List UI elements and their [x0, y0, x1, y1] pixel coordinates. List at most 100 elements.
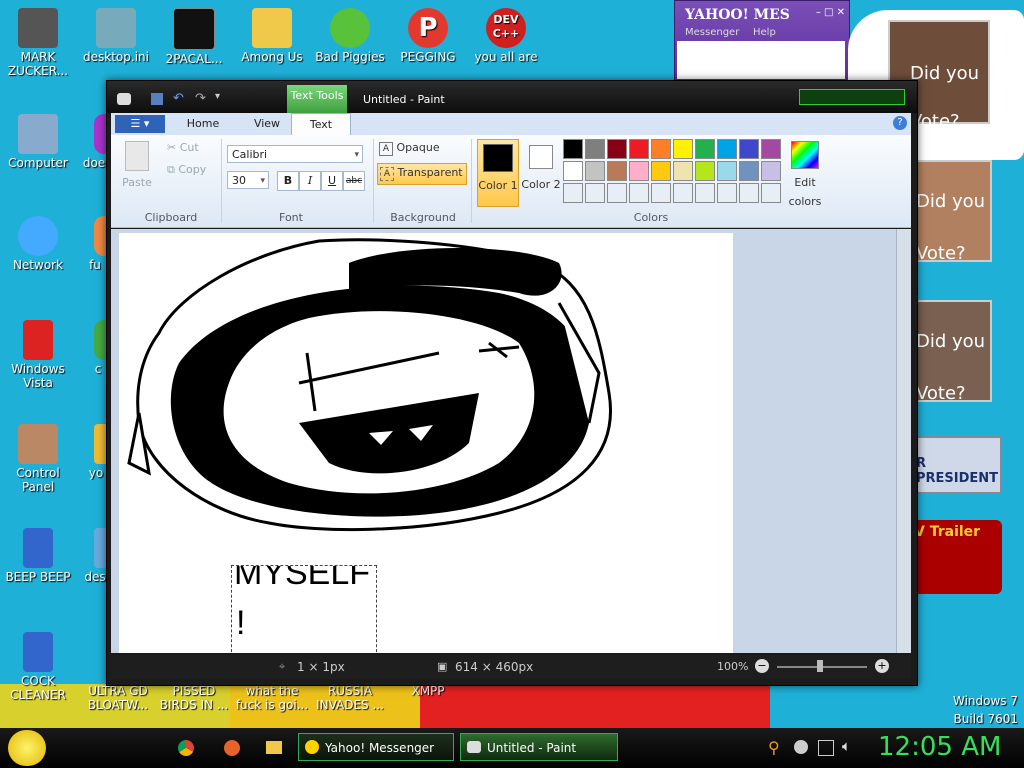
color-swatch[interactable] [585, 183, 605, 203]
desktop-icon-windows-vista[interactable]: Windows Vista [0, 320, 76, 390]
window-controls[interactable] [799, 89, 905, 105]
drawing-canvas[interactable]: MYSELF ! [119, 233, 733, 653]
ad-trailer[interactable]: V Trailer [910, 520, 1002, 594]
color-swatch[interactable] [717, 183, 737, 203]
help-icon[interactable]: ? [893, 116, 907, 130]
color-swatch[interactable] [607, 139, 627, 159]
zoom-slider-thumb[interactable] [817, 660, 823, 672]
color-swatch[interactable] [695, 161, 715, 181]
paint-window[interactable]: ↶ ↷ ▾ Text Tools Untitled - Paint ☰ ▾ Ho… [106, 80, 918, 686]
desktop-icon-2pacal[interactable]: 2PACAL... [156, 8, 232, 66]
edit-colors-button[interactable]: Edit colors [785, 139, 825, 208]
color-swatch[interactable] [739, 139, 759, 159]
color-swatch[interactable] [651, 161, 671, 181]
font-family-select[interactable]: Calibri ▾ [227, 145, 363, 163]
search-icon[interactable]: ⚲ [768, 738, 780, 757]
desktop-icon-c[interactable]: c [70, 320, 106, 376]
italic-button[interactable]: I [299, 171, 321, 191]
copy-button[interactable]: ⧉ Copy [167, 163, 206, 177]
color-swatch[interactable] [761, 161, 781, 181]
desktop-icon-control-panel[interactable]: Control Panel [0, 424, 76, 494]
color-swatch[interactable] [739, 161, 759, 181]
clock[interactable]: 12:05 AM [878, 732, 1001, 762]
vertical-scrollbar[interactable] [896, 229, 911, 653]
paint-app-icon[interactable] [117, 93, 131, 105]
strikethrough-button[interactable]: abc [343, 171, 365, 191]
desktop-icon-you-all-are[interactable]: DEV C++ you all are [468, 8, 544, 64]
color-swatch[interactable] [761, 139, 781, 159]
status-icon[interactable] [794, 740, 808, 754]
desktop-icon-fu[interactable]: fu [70, 216, 106, 272]
color-swatch[interactable] [563, 139, 583, 159]
color2-button[interactable]: Color 2 [521, 139, 561, 205]
desktop-icon-bad-piggies[interactable]: Bad Piggies [312, 8, 388, 64]
color-swatch[interactable] [673, 183, 693, 203]
color-swatch[interactable] [585, 161, 605, 181]
color-swatch[interactable] [695, 183, 715, 203]
desktop-icon-network[interactable]: Network [0, 216, 76, 272]
redo-icon[interactable]: ↷ [195, 91, 206, 106]
color1-button[interactable]: Color 1 [477, 139, 519, 207]
zoom-in-button[interactable]: + [875, 659, 889, 673]
color-swatch[interactable] [629, 139, 649, 159]
desktop-icon-yo[interactable]: yo [70, 424, 106, 480]
color-swatch[interactable] [761, 183, 781, 203]
font-size-select[interactable]: 30 ▾ [227, 171, 269, 189]
desktop-icon-xmpp[interactable]: XMPP [390, 684, 466, 698]
color-swatch[interactable] [651, 139, 671, 159]
desktop-icon-beep-beep[interactable]: BEEP BEEP [0, 528, 76, 584]
undo-icon[interactable]: ↶ [173, 91, 184, 106]
tab-text[interactable]: Text [291, 113, 351, 136]
start-button[interactable] [8, 730, 46, 766]
ad-president[interactable]: R PRESIDENT [910, 436, 1002, 494]
tab-home[interactable]: Home [171, 113, 235, 135]
chrome-icon[interactable] [178, 740, 194, 756]
tab-view[interactable]: View [235, 113, 299, 135]
yahoo-tab-help[interactable]: Help [753, 27, 776, 38]
paint-menu-button[interactable]: ☰ ▾ [115, 115, 165, 133]
color-swatch[interactable] [607, 161, 627, 181]
color-swatch[interactable] [739, 183, 759, 203]
desktop-icon-among-us[interactable]: Among Us [234, 8, 310, 64]
network-tray-icon[interactable] [818, 740, 834, 756]
volume-icon[interactable]: 🔈︎ [842, 737, 851, 755]
color-swatch[interactable] [607, 183, 627, 203]
color-swatch[interactable] [629, 161, 649, 181]
folder-icon[interactable] [266, 741, 282, 754]
desktop-icon-pegging[interactable]: P PEGGING [390, 8, 466, 64]
zoom-slider[interactable] [777, 660, 867, 672]
desktop-icon-mark-zucker[interactable]: MARK ZUCKER... [0, 8, 76, 78]
transparent-button[interactable]: A Transparent [377, 163, 467, 185]
taskbar-yahoo-messenger[interactable]: Yahoo! Messenger [298, 733, 454, 761]
ad-vote-3[interactable]: Did you Vote? [910, 300, 992, 404]
color-swatch[interactable] [629, 183, 649, 203]
underline-button[interactable]: U [321, 171, 343, 191]
text-box[interactable]: MYSELF ! [231, 565, 377, 653]
zoom-out-button[interactable]: − [755, 659, 769, 673]
yahoo-tab-messenger[interactable]: Messenger [685, 27, 739, 38]
bold-button[interactable]: B [277, 171, 299, 191]
color-swatch[interactable] [717, 139, 737, 159]
cut-button[interactable]: ✂ Cut [167, 141, 199, 154]
desktop-icon-computer[interactable]: Computer [0, 114, 76, 170]
taskbar-paint[interactable]: Untitled - Paint [460, 733, 618, 761]
desktop-icon-pissed-birds[interactable]: PISSED BIRDS IN ... [156, 684, 232, 712]
paint-titlebar[interactable]: ↶ ↷ ▾ Text Tools Untitled - Paint [107, 81, 917, 113]
desktop-icon-des[interactable]: des [70, 528, 106, 584]
ad-vote-2[interactable]: Did you Vote? [910, 160, 992, 264]
desktop-icon-what-the[interactable]: what the fuck is goi... [234, 684, 310, 712]
paste-button[interactable]: Paste [121, 141, 153, 189]
quick-access-dropdown-icon[interactable]: ▾ [215, 91, 220, 102]
desktop-icon-cock-cleaner[interactable]: COCK CLEANER [0, 632, 76, 702]
color-swatch[interactable] [585, 139, 605, 159]
firefox-icon[interactable] [224, 740, 240, 756]
opaque-button[interactable]: A Opaque [379, 141, 463, 159]
color-swatch[interactable] [563, 161, 583, 181]
color-swatch[interactable] [695, 139, 715, 159]
desktop-icon-ultra-gd[interactable]: ULTRA GD BLOATW... [80, 684, 156, 712]
color-swatch[interactable] [673, 161, 693, 181]
desktop-icon-russia[interactable]: RUSSIA INVADES ... [312, 684, 388, 712]
yahoo-messenger-window[interactable]: YAHOO! MES Messenger Help – □ ✕ [674, 0, 850, 82]
desktop-icon-doe[interactable]: doe [70, 114, 106, 170]
quick-save-icon[interactable] [151, 93, 163, 105]
